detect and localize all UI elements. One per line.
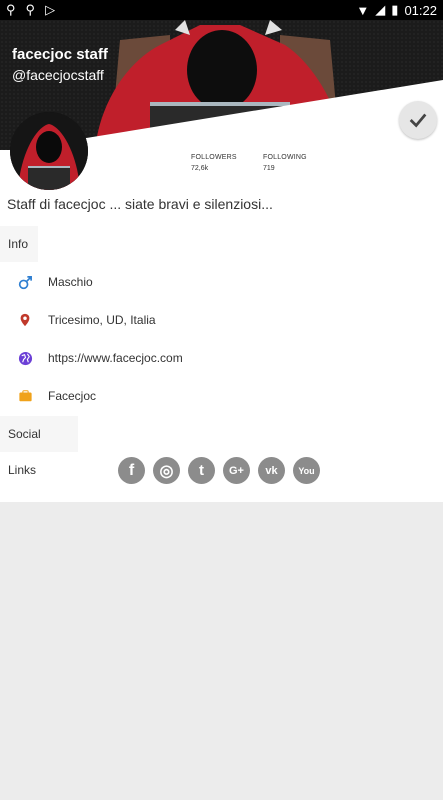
profile-name: facecjoc staff: [12, 46, 108, 63]
social-links: f ◎ t G+ vk You: [118, 457, 320, 484]
follow-check-button[interactable]: [399, 101, 437, 139]
followers-stat[interactable]: FOLLOWERS 72,6k: [191, 152, 237, 174]
play-store-icon: ▷: [45, 2, 56, 17]
info-work-row: Facecjoc: [0, 377, 443, 415]
briefcase-icon: [18, 390, 32, 402]
followers-label: FOLLOWERS: [191, 154, 237, 161]
instagram-icon[interactable]: ◎: [153, 457, 180, 484]
profile-bio: Staff di facecjoc ... siate bravi e sile…: [7, 196, 273, 212]
usb-icon: ⚲: [25, 2, 36, 17]
avatar-hacker-image: [10, 112, 88, 190]
status-time: 01:22: [404, 2, 437, 18]
check-icon: [409, 113, 427, 128]
following-label: FOLLOWING: [263, 154, 307, 161]
following-stat[interactable]: FOLLOWING 719: [263, 152, 307, 174]
google-plus-icon[interactable]: G+: [223, 457, 250, 484]
globe-icon: [18, 351, 32, 365]
info-website-row[interactable]: https://www.facecjoc.com: [0, 339, 443, 377]
info-location-row: Tricesimo, UD, Italia: [0, 301, 443, 339]
info-work-text: Facecjoc: [48, 389, 97, 403]
twitter-icon[interactable]: t: [188, 457, 215, 484]
info-gender-row: Maschio: [0, 263, 443, 301]
facebook-icon[interactable]: f: [118, 457, 145, 484]
usb-icon: ⚲: [6, 2, 16, 17]
vk-icon[interactable]: vk: [258, 457, 285, 484]
youtube-icon[interactable]: You: [293, 457, 320, 484]
info-location-text: Tricesimo, UD, Italia: [48, 313, 156, 327]
location-pin-icon: [20, 313, 30, 327]
info-gender-text: Maschio: [48, 275, 93, 289]
status-bar: ⚲ ⚲ ▷ ▼ ◢ ▮ 01:22: [0, 0, 443, 20]
info-website-link[interactable]: https://www.facecjoc.com: [48, 351, 183, 365]
battery-icon: ▮: [391, 2, 399, 17]
social-links-section-label: Social Links: [0, 416, 78, 477]
wifi-icon: ▼: [356, 2, 370, 18]
followers-value: 72,6k: [191, 165, 209, 172]
signal-icon: ◢: [375, 2, 386, 17]
following-value: 719: [263, 165, 275, 172]
avatar[interactable]: [10, 112, 88, 190]
male-icon: [18, 275, 32, 289]
info-section-label: Info: [0, 226, 38, 262]
